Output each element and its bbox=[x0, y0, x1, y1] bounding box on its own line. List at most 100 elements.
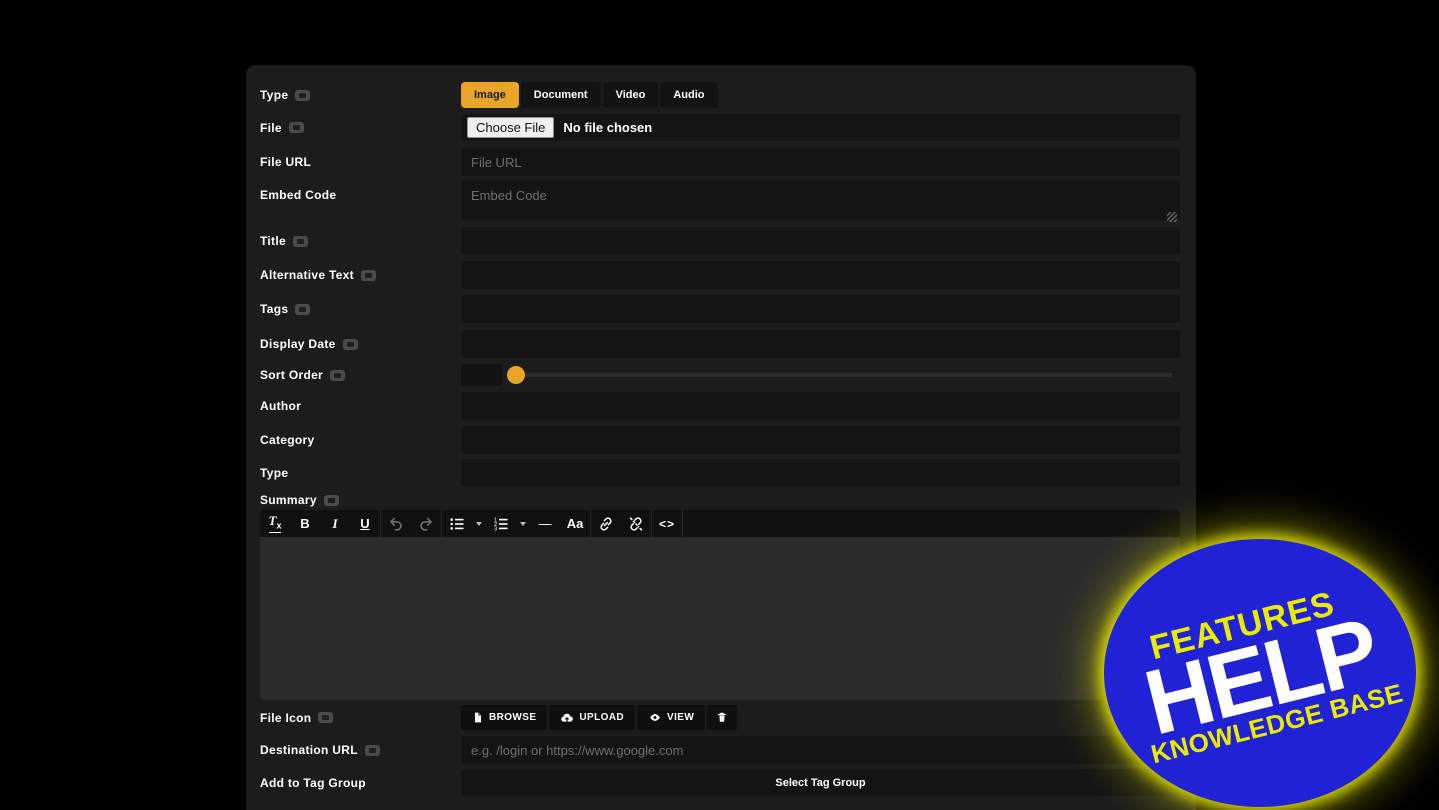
bullet-list-button[interactable] bbox=[442, 510, 472, 537]
svg-text:3: 3 bbox=[494, 526, 497, 531]
underline-button[interactable]: U bbox=[350, 510, 380, 537]
summary-editor-row bbox=[260, 537, 1180, 700]
author-label: Author bbox=[260, 399, 302, 413]
tags-row: Tags bbox=[260, 295, 1180, 323]
title-input[interactable] bbox=[461, 227, 1180, 255]
tags-label: Tags bbox=[260, 302, 289, 316]
summary-label-row: Summary bbox=[260, 492, 1180, 508]
eye-icon bbox=[650, 714, 660, 721]
title-label: Title bbox=[260, 234, 286, 248]
destination-url-input[interactable] bbox=[461, 736, 1180, 764]
display-date-input[interactable] bbox=[461, 330, 1180, 358]
title-row: Title bbox=[260, 227, 1180, 255]
display-date-label: Display Date bbox=[260, 337, 336, 351]
help-video-icon[interactable] bbox=[295, 303, 311, 315]
help-video-icon[interactable] bbox=[288, 122, 304, 133]
type-row: Type Image Document Video Audio bbox=[260, 82, 1180, 108]
sort-order-number-input[interactable] bbox=[461, 364, 503, 386]
tab-video[interactable]: Video bbox=[602, 82, 659, 108]
help-video-icon[interactable] bbox=[295, 89, 311, 101]
file-icon-label: File Icon bbox=[260, 710, 312, 725]
undo-icon bbox=[390, 517, 402, 531]
file-url-input[interactable] bbox=[461, 148, 1180, 176]
file-icon-row: File Icon BROWSE UPLOAD VIEW bbox=[260, 705, 1180, 730]
tab-audio[interactable]: Audio bbox=[660, 82, 718, 108]
bold-button[interactable]: B bbox=[290, 510, 320, 537]
embed-code-textarea[interactable] bbox=[461, 179, 1180, 220]
redo-icon bbox=[420, 517, 432, 531]
help-video-icon[interactable] bbox=[323, 494, 339, 506]
type2-input[interactable] bbox=[461, 459, 1180, 487]
summary-toolbar-row: Tx B I U 123 — Aa <> bbox=[260, 510, 1180, 537]
source-code-button[interactable]: <> bbox=[652, 510, 682, 537]
help-video-icon[interactable] bbox=[292, 235, 308, 247]
file-status-text: No file chosen bbox=[563, 120, 653, 135]
type-label: Type bbox=[260, 88, 289, 102]
alt-text-row: Alternative Text bbox=[260, 261, 1180, 289]
chevron-down-icon bbox=[476, 521, 482, 526]
help-video-icon[interactable] bbox=[364, 744, 380, 756]
trash-icon bbox=[718, 712, 727, 722]
richtext-toolbar: Tx B I U 123 — Aa <> bbox=[260, 510, 1180, 537]
help-video-icon[interactable] bbox=[360, 269, 376, 281]
link-button[interactable] bbox=[591, 510, 621, 537]
sort-order-row: Sort Order bbox=[260, 364, 1180, 386]
tab-image[interactable]: Image bbox=[461, 82, 519, 108]
resize-grip-icon[interactable] bbox=[1167, 211, 1177, 222]
tags-input[interactable] bbox=[461, 295, 1180, 323]
help-video-icon[interactable] bbox=[342, 338, 358, 350]
horizontal-rule-button[interactable]: — bbox=[530, 510, 560, 537]
author-input[interactable] bbox=[461, 392, 1180, 420]
type2-row: Type bbox=[260, 459, 1180, 487]
sort-order-label: Sort Order bbox=[260, 368, 324, 382]
category-row: Category bbox=[260, 426, 1180, 454]
unlink-button[interactable] bbox=[621, 510, 651, 537]
tag-group-label: Add to Tag Group bbox=[260, 775, 366, 790]
select-tag-group-button[interactable]: Select Tag Group bbox=[461, 769, 1180, 796]
font-size-button[interactable]: Aa bbox=[560, 510, 590, 537]
file-icon bbox=[475, 712, 481, 723]
view-button[interactable]: VIEW bbox=[637, 705, 706, 730]
help-knowledge-base-badge[interactable]: FEATURES HELP KNOWLEDGE BASE bbox=[1104, 539, 1416, 807]
category-label: Category bbox=[260, 433, 315, 447]
italic-button[interactable]: I bbox=[320, 510, 350, 537]
tag-group-row: Add to Tag Group Select Tag Group bbox=[260, 769, 1180, 796]
bullet-list-icon bbox=[450, 517, 464, 530]
cloud-upload-icon bbox=[561, 713, 574, 723]
numbered-list-icon: 123 bbox=[494, 517, 508, 532]
browse-button[interactable]: BROWSE bbox=[461, 705, 548, 730]
delete-button[interactable] bbox=[707, 705, 738, 730]
summary-editor[interactable] bbox=[260, 537, 1180, 700]
type2-label: Type bbox=[260, 466, 289, 480]
file-label: File bbox=[260, 120, 282, 135]
help-video-icon[interactable] bbox=[318, 712, 334, 723]
destination-url-row: Destination URL bbox=[260, 736, 1180, 764]
numbered-list-dropdown[interactable] bbox=[516, 510, 530, 537]
upload-button[interactable]: UPLOAD bbox=[549, 705, 636, 730]
sort-order-slider[interactable] bbox=[505, 364, 1180, 386]
numbered-list-button[interactable]: 123 bbox=[486, 510, 516, 537]
help-video-icon[interactable] bbox=[330, 369, 346, 381]
type-label-wrap: Type bbox=[260, 88, 461, 102]
alt-text-label: Alternative Text bbox=[260, 268, 354, 282]
redo-button[interactable] bbox=[411, 510, 441, 537]
file-url-row: File URL bbox=[260, 148, 1180, 176]
bullet-list-dropdown[interactable] bbox=[472, 510, 486, 537]
embed-code-row: Embed Code bbox=[260, 179, 1180, 222]
clear-formatting-button[interactable]: Tx bbox=[260, 510, 290, 537]
media-form-panel: Type Image Document Video Audio File Cho… bbox=[246, 65, 1196, 810]
file-input[interactable]: Choose File No file chosen bbox=[461, 114, 1180, 141]
chevron-down-icon bbox=[520, 521, 526, 526]
slider-track[interactable] bbox=[515, 373, 1172, 377]
undo-button[interactable] bbox=[381, 510, 411, 537]
file-label-wrap: File bbox=[260, 121, 461, 135]
type-tabs: Image Document Video Audio bbox=[461, 82, 1180, 108]
slider-handle[interactable] bbox=[507, 366, 525, 384]
tab-document[interactable]: Document bbox=[520, 82, 601, 108]
file-url-label: File URL bbox=[260, 155, 312, 169]
alt-text-input[interactable] bbox=[461, 261, 1180, 289]
choose-file-button[interactable]: Choose File bbox=[467, 117, 555, 138]
embed-code-label: Embed Code bbox=[260, 188, 337, 202]
summary-label: Summary bbox=[260, 493, 317, 507]
category-input[interactable] bbox=[461, 426, 1180, 454]
